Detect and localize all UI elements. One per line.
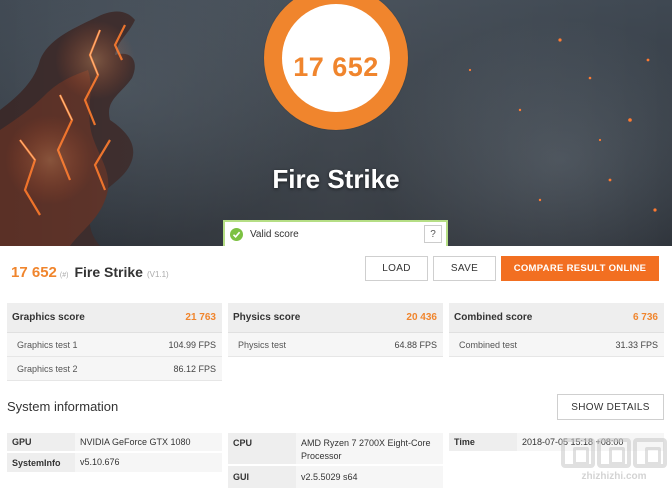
test-label: Combined test — [459, 339, 518, 350]
panel-header: Physics score 20 436 — [228, 303, 443, 333]
info-row: SystemInfo v5.10.676 — [7, 453, 222, 474]
system-information-heading: System information — [7, 399, 119, 414]
result-header: 17 652 (#) Fire Strike (V1.1) — [11, 264, 169, 284]
save-button[interactable]: SAVE — [433, 256, 496, 281]
test-label: Physics test — [238, 339, 287, 350]
info-value: v5.10.676 — [75, 453, 222, 472]
info-value: AMD Ryzen 7 2700X Eight-Core Processor — [296, 433, 443, 464]
compare-result-online-button[interactable]: COMPARE RESULT ONLINE — [501, 256, 659, 281]
info-key: CPU — [228, 433, 296, 464]
test-fps: 86.12 FPS — [173, 363, 216, 374]
info-value: NVIDIA GeForce GTX 1080 — [75, 433, 222, 451]
info-value: 2018-07-05 15:18 +08:00 — [517, 433, 664, 451]
watermark-text: zhizhizhi.com — [581, 471, 647, 482]
info-value: v2.5.5029 s64 — [296, 466, 443, 488]
system-info-column-2: CPU AMD Ryzen 7 2700X Eight-Core Process… — [228, 433, 443, 490]
info-key: SystemInfo — [7, 453, 75, 472]
info-key: GUI — [228, 466, 296, 488]
panel-header: Combined score 6 736 — [449, 303, 664, 333]
panel-header: Graphics score 21 763 — [7, 303, 222, 333]
valid-score-indicator: Valid score ? — [223, 220, 448, 246]
test-label: Graphics test 2 — [17, 363, 78, 374]
panel-title: Physics score — [233, 312, 301, 323]
panel-score: 21 763 — [185, 312, 216, 323]
show-details-button[interactable]: SHOW DETAILS — [557, 394, 664, 420]
info-row: Time 2018-07-05 15:18 +08:00 — [449, 433, 664, 453]
info-key: Time — [449, 433, 517, 451]
info-row: CPU AMD Ryzen 7 2700X Eight-Core Process… — [228, 433, 443, 466]
info-key: GPU — [7, 433, 75, 451]
result-score: 17 652 — [11, 264, 57, 281]
result-score-suffix: (#) — [59, 272, 69, 279]
info-row: GPU NVIDIA GeForce GTX 1080 — [7, 433, 222, 453]
test-row: Physics test 64.88 FPS — [228, 333, 443, 357]
overall-score: 17 652 — [293, 52, 379, 82]
help-button[interactable]: ? — [424, 225, 442, 243]
test-row: Combined test 31.33 FPS — [449, 333, 664, 357]
test-row: Graphics test 1 104.99 FPS — [7, 333, 222, 357]
system-info-column-3: Time 2018-07-05 15:18 +08:00 — [449, 433, 664, 453]
info-row: GUI v2.5.5029 s64 — [228, 466, 443, 490]
system-info-column-1: GPU NVIDIA GeForce GTX 1080 SystemInfo v… — [7, 433, 222, 474]
result-benchmark-name: Fire Strike — [74, 264, 143, 280]
test-label: Graphics test 1 — [17, 339, 78, 350]
valid-score-label: Valid score — [250, 228, 299, 240]
physics-score-panel: Physics score 20 436 Physics test 64.88 … — [228, 303, 443, 357]
combined-score-panel: Combined score 6 736 Combined test 31.33… — [449, 303, 664, 357]
test-fps: 64.88 FPS — [394, 339, 437, 350]
panel-title: Combined score — [454, 312, 533, 323]
load-button[interactable]: LOAD — [365, 256, 428, 281]
check-icon — [230, 227, 243, 241]
panel-score: 20 436 — [406, 312, 437, 323]
panel-title: Graphics score — [12, 312, 85, 323]
test-fps: 31.33 FPS — [615, 339, 658, 350]
result-version: (V1.1) — [146, 270, 169, 279]
graphics-score-panel: Graphics score 21 763 Graphics test 1 10… — [7, 303, 222, 381]
panel-score: 6 736 — [632, 312, 658, 323]
test-fps: 104.99 FPS — [168, 339, 216, 350]
test-row: Graphics test 2 86.12 FPS — [7, 357, 222, 381]
benchmark-title: Fire Strike — [272, 164, 400, 194]
